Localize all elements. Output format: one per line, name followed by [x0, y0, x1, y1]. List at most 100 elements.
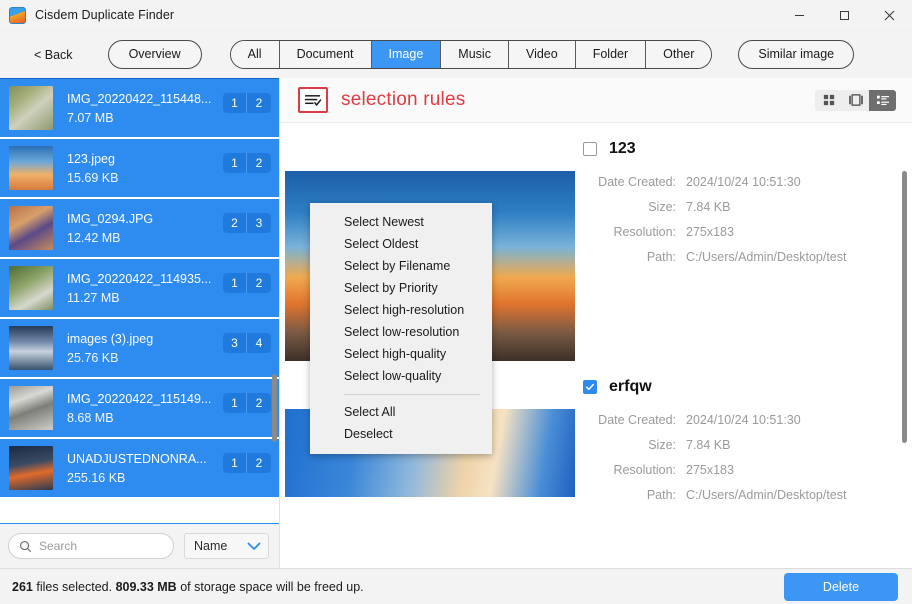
- metadata-label: Resolution:: [613, 225, 676, 239]
- file-checkbox[interactable]: [583, 380, 597, 394]
- menu-item-select-all[interactable]: Select All: [310, 401, 492, 423]
- badge-total-count: 2: [255, 276, 263, 290]
- list-item-filename: IMG_0294.JPG: [67, 211, 154, 226]
- search-input[interactable]: [39, 539, 163, 553]
- selection-rules-list-icon[interactable]: [298, 87, 328, 113]
- metadata-row: Path: C:/Users/Admin/Desktop/test: [583, 250, 912, 264]
- list-item-text: UNADJUSTEDNONRA... 255.16 KB: [67, 452, 223, 485]
- main-scrollbar[interactable]: [902, 171, 907, 568]
- badge-total-count: 4: [255, 336, 263, 350]
- duplicate-count-badge: 3 4: [223, 333, 271, 353]
- file-metadata: Date Created: 2024/10/24 10:51:30 Size: …: [575, 171, 912, 361]
- menu-item-select-by-filename[interactable]: Select by Filename: [310, 255, 492, 277]
- search-box[interactable]: [8, 533, 174, 559]
- list-item[interactable]: UNADJUSTEDNONRA... 255.16 KB 1 2: [0, 439, 279, 499]
- badge-total-count: 3: [255, 216, 263, 230]
- sidebar-footer: Name: [0, 523, 279, 568]
- list-item-filename: images (3).jpeg: [67, 331, 154, 346]
- file-title: 123: [609, 140, 636, 157]
- tab-folder[interactable]: Folder: [575, 41, 647, 68]
- similar-image-button[interactable]: Similar image: [738, 40, 855, 69]
- freed-space-label: of storage space will be freed up.: [180, 579, 364, 594]
- freed-space-size: 809.33 MB: [115, 579, 177, 594]
- badge-total-count: 2: [255, 96, 263, 110]
- list-item-filename: IMG_20220422_115448...: [67, 91, 212, 106]
- menu-separator: [344, 394, 480, 395]
- list-item-filesize: 25.76 KB: [67, 350, 119, 365]
- chevron-down-icon: [247, 542, 261, 550]
- thumbnail-image: [9, 206, 53, 250]
- delete-button[interactable]: Delete: [784, 572, 898, 601]
- status-text: 261 files selected. 809.33 MB of storage…: [12, 580, 364, 594]
- menu-item-select-oldest[interactable]: Select Oldest: [310, 233, 492, 255]
- list-item[interactable]: images (3).jpeg 25.76 KB 3 4: [0, 319, 279, 379]
- main-header: selection rules: [280, 78, 912, 123]
- minimize-icon[interactable]: [777, 0, 822, 31]
- main-toolbar: < Back Overview All Document Image Music…: [0, 31, 912, 78]
- menu-item-select-high-resolution[interactable]: Select high-resolution: [310, 299, 492, 321]
- back-button[interactable]: < Back: [28, 44, 79, 66]
- menu-item-select-high-quality[interactable]: Select high-quality: [310, 343, 492, 365]
- tab-all[interactable]: All: [230, 41, 280, 68]
- search-icon: [20, 540, 32, 552]
- menu-item-select-low-quality[interactable]: Select low-quality: [310, 365, 492, 387]
- tab-video[interactable]: Video: [508, 41, 576, 68]
- metadata-value: C:/Users/Admin/Desktop/test: [686, 488, 847, 502]
- sort-by-select[interactable]: Name: [184, 533, 269, 559]
- tab-image[interactable]: Image: [371, 41, 442, 68]
- menu-item-select-by-priority[interactable]: Select by Priority: [310, 277, 492, 299]
- thumbnail-image: [9, 86, 53, 130]
- duplicate-count-badge: 1 2: [223, 453, 271, 473]
- metadata-row: Resolution: 275x183: [583, 225, 912, 239]
- maximize-icon[interactable]: [822, 0, 867, 31]
- title-bar: Cisdem Duplicate Finder: [0, 0, 912, 31]
- badge-total-count: 2: [255, 456, 263, 470]
- menu-item-deselect[interactable]: Deselect: [310, 423, 492, 445]
- list-item[interactable]: IMG_0294.JPG 12.42 MB 2 3: [0, 199, 279, 259]
- grid-view-icon[interactable]: [815, 89, 842, 111]
- menu-item-select-newest[interactable]: Select Newest: [310, 211, 492, 233]
- list-item-filesize: 7.07 MB: [67, 110, 114, 125]
- list-item-text: IMG_0294.JPG 12.42 MB: [67, 212, 223, 245]
- duplicate-group-list[interactable]: IMG_20220422_115448... 7.07 MB 1 2 123.j…: [0, 78, 279, 523]
- duplicate-count-badge: 1 2: [223, 393, 271, 413]
- metadata-value: 7.84 KB: [686, 200, 731, 214]
- tab-other[interactable]: Other: [646, 41, 712, 68]
- selected-file-count: 261: [12, 579, 33, 594]
- metadata-value: 7.84 KB: [686, 438, 731, 452]
- main-scrollbar-thumb[interactable]: [902, 171, 907, 443]
- duplicate-count-badge: 2 3: [223, 213, 271, 233]
- thumbnail-image: [9, 326, 53, 370]
- file-metadata: Date Created: 2024/10/24 10:51:30 Size: …: [575, 409, 912, 513]
- list-item[interactable]: 123.jpeg 15.69 KB 1 2: [0, 139, 279, 199]
- metadata-row: Date Created: 2024/10/24 10:51:30: [583, 413, 912, 427]
- metadata-row: Path: C:/Users/Admin/Desktop/test: [583, 488, 912, 502]
- list-item[interactable]: IMG_20220422_115448... 7.07 MB 1 2: [0, 79, 279, 139]
- badge-selected-count: 1: [223, 453, 247, 473]
- list-item[interactable]: IMG_20220422_115149... 8.68 MB 1 2: [0, 379, 279, 439]
- carousel-view-icon[interactable]: [842, 89, 869, 111]
- metadata-value: 2024/10/24 10:51:30: [686, 413, 801, 427]
- page-title: selection rules: [341, 89, 466, 110]
- duplicate-count-badge: 1 2: [223, 93, 271, 113]
- list-item-filesize: 255.16 KB: [67, 470, 126, 485]
- view-mode-switcher: [815, 89, 896, 111]
- tab-music[interactable]: Music: [441, 41, 509, 68]
- list-item-text: 123.jpeg 15.69 KB: [67, 152, 223, 185]
- checkmark-icon: [585, 383, 595, 391]
- category-tab-bar: All Document Image Music Video Folder Ot…: [229, 40, 713, 69]
- list-view-icon[interactable]: [869, 89, 896, 111]
- tab-document[interactable]: Document: [279, 41, 372, 68]
- badge-selected-count: 1: [223, 393, 247, 413]
- list-item-filesize: 8.68 MB: [67, 410, 114, 425]
- status-bar: 261 files selected. 809.33 MB of storage…: [0, 568, 912, 604]
- metadata-row: Date Created: 2024/10/24 10:51:30: [583, 175, 912, 189]
- menu-item-select-low-resolution[interactable]: Select low-resolution: [310, 321, 492, 343]
- overview-button[interactable]: Overview: [107, 40, 202, 69]
- file-checkbox[interactable]: [583, 142, 597, 156]
- metadata-label: Path:: [646, 250, 676, 264]
- list-item-filename: IMG_20220422_114935...: [67, 271, 212, 286]
- close-icon[interactable]: [867, 0, 912, 31]
- metadata-row: Size: 7.84 KB: [583, 200, 912, 214]
- list-item[interactable]: IMG_20220422_114935... 11.27 MB 1 2: [0, 259, 279, 319]
